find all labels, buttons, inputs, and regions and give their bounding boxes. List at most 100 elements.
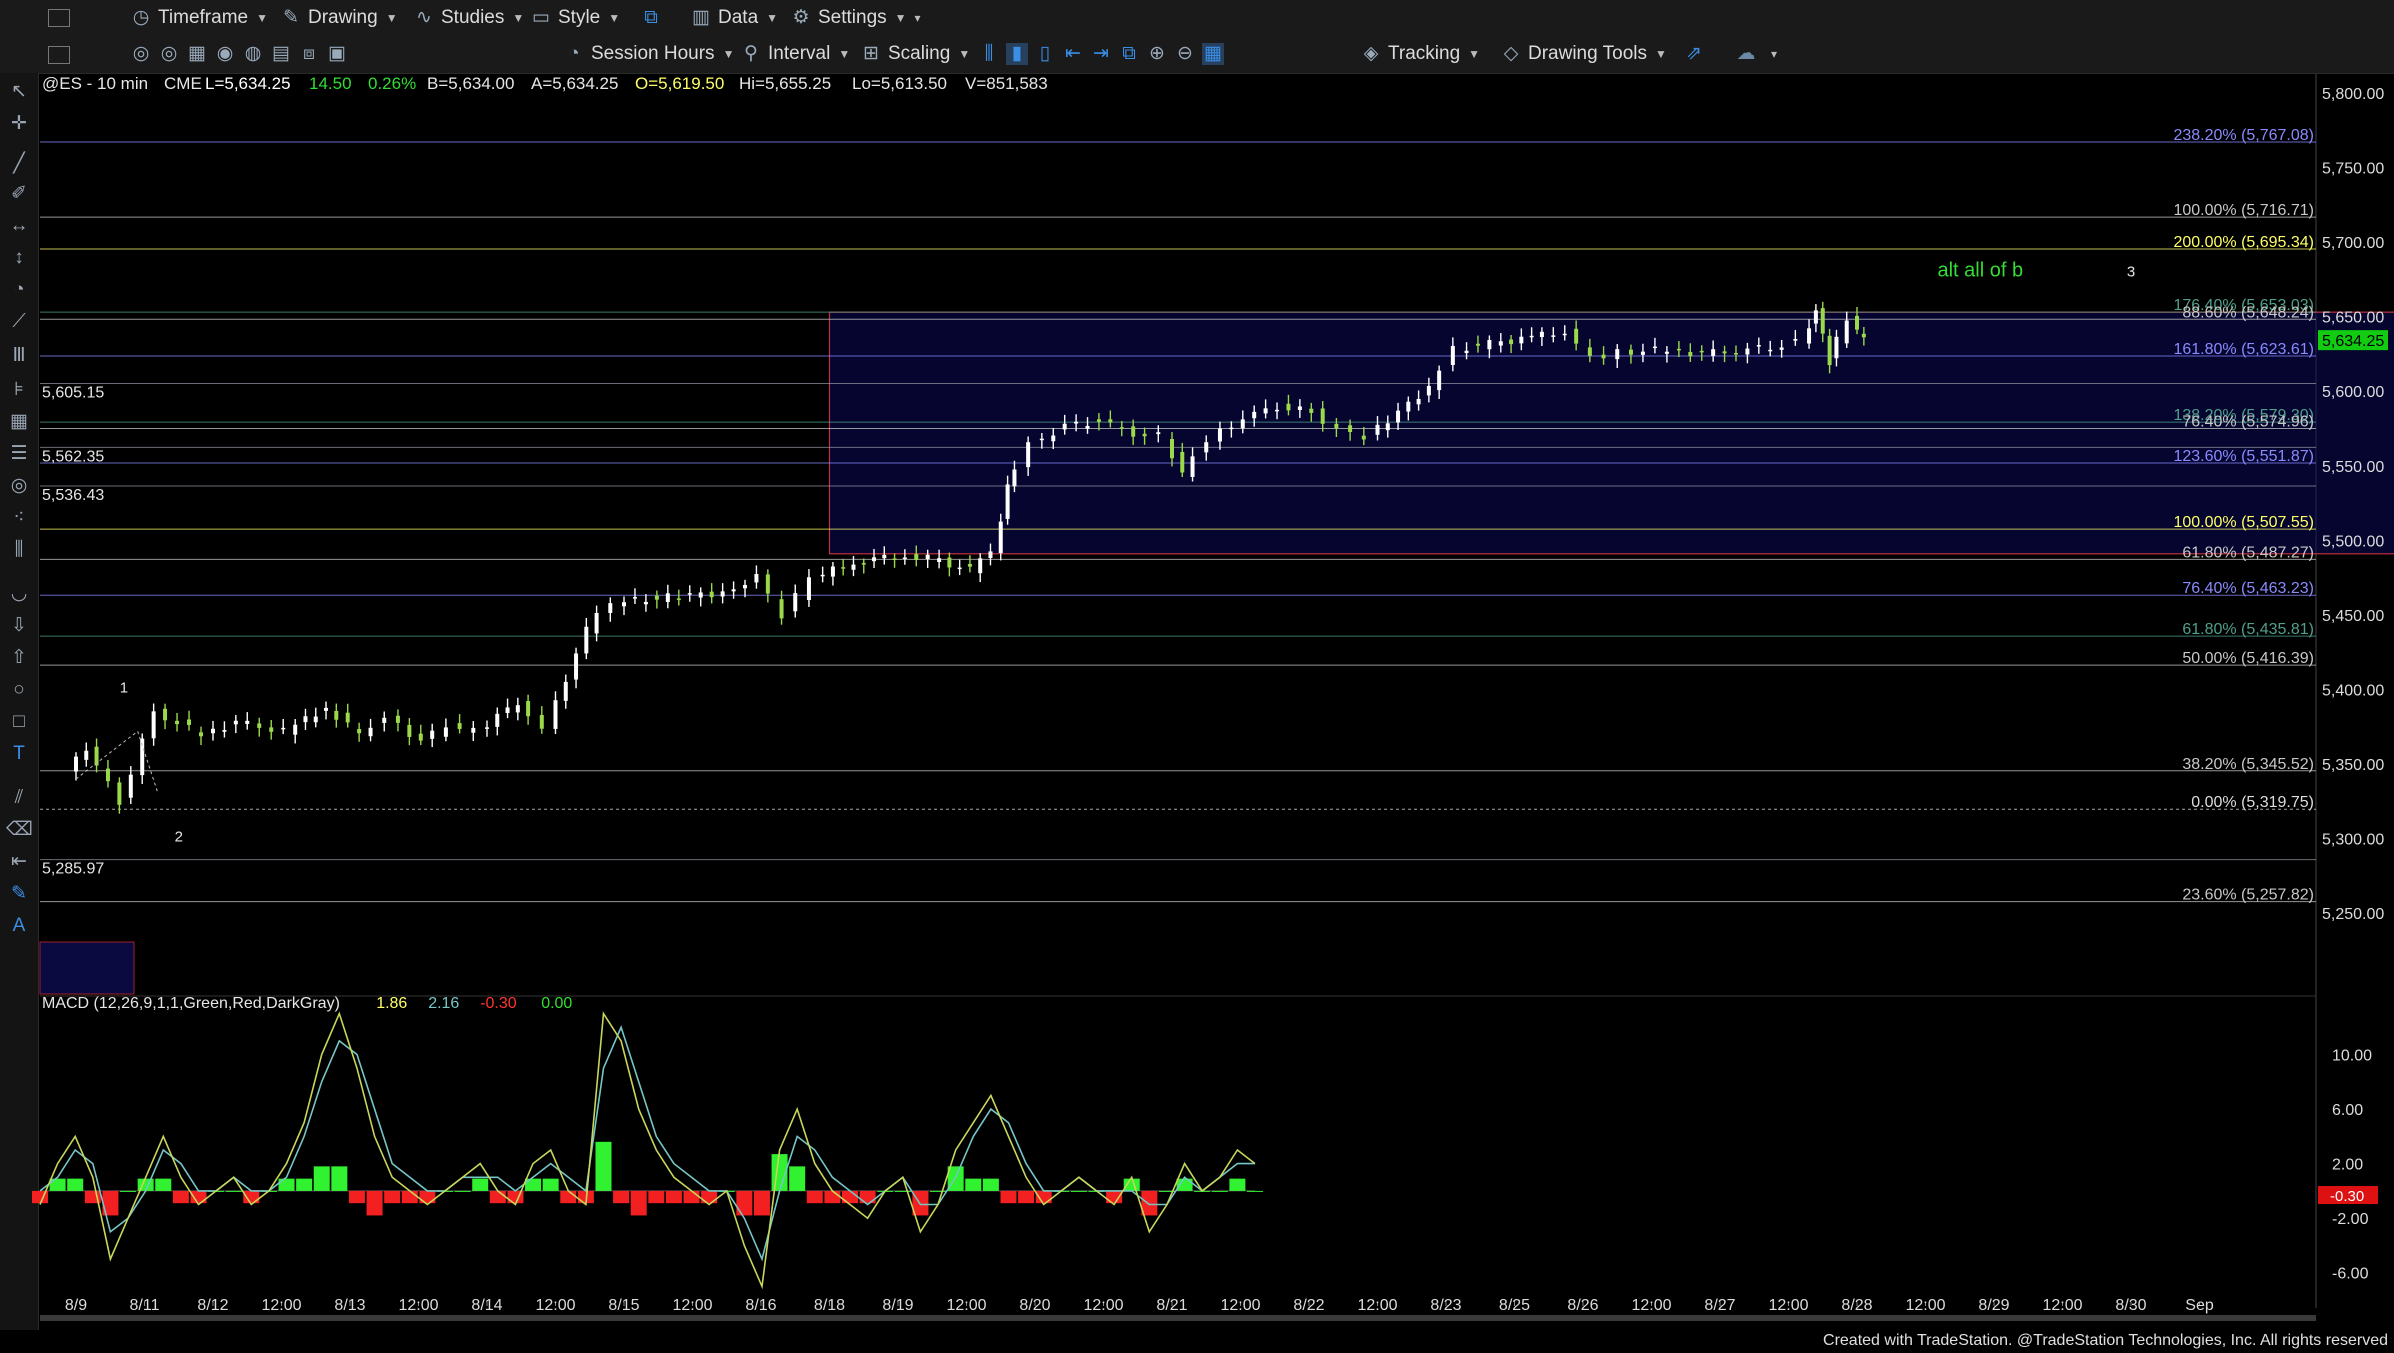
candle-body (1180, 451, 1185, 473)
candle-body (687, 593, 692, 595)
candle-body (443, 727, 448, 737)
candle-body (1131, 426, 1136, 437)
candle-body (1861, 333, 1866, 338)
x-tick-label: 8/21 (1156, 1297, 1187, 1314)
candle-body (418, 733, 423, 741)
fib-label: 61.80% (5,435.81) (2182, 621, 2314, 638)
macd-histogram-bar (842, 1190, 858, 1204)
header-field-6: A=5,634.25 (531, 74, 618, 93)
candle-body (1768, 349, 1773, 352)
candle-body (151, 711, 156, 739)
fib-label: 238.20% (5,767.08) (2173, 127, 2314, 144)
candle-body (293, 724, 298, 735)
macd-value: -0.30 (480, 995, 517, 1012)
candle-body (117, 782, 122, 805)
macd-histogram-bar (683, 1190, 700, 1204)
price-tick-label: 5,450.00 (2322, 608, 2384, 625)
fib-label: 100.00% (5,507.55) (2173, 514, 2314, 531)
candle-body (1464, 350, 1469, 354)
macd-histogram-bar (67, 1178, 84, 1191)
candle-body (222, 730, 227, 732)
price-tick-label: 5,350.00 (2322, 757, 2384, 774)
candle-body (937, 558, 942, 562)
candle-body (830, 566, 835, 577)
candle-body (1664, 351, 1669, 354)
x-tick-label: 12:00 (1083, 1297, 1123, 1314)
candle-body (622, 602, 626, 607)
candle-body (1676, 348, 1681, 351)
left-level-label: 5,536.43 (42, 487, 104, 504)
macd-histogram-bar (489, 1190, 506, 1204)
x-tick-label: 8/12 (197, 1297, 228, 1314)
macd-signal-line (39, 1025, 1255, 1262)
x-tick-label: 8/11 (130, 1297, 160, 1314)
macd-histogram-bar (630, 1190, 647, 1216)
candle-body (495, 713, 500, 727)
x-tick-label: 8/27 (1704, 1297, 1735, 1314)
candle-body (1813, 310, 1818, 324)
candle-body (1551, 335, 1556, 337)
candle-body (947, 557, 952, 568)
macd-histogram-bar (965, 1178, 982, 1191)
candle-body (872, 557, 877, 562)
candle-body (211, 728, 215, 734)
candle-body (368, 727, 373, 737)
candle-body (793, 593, 798, 612)
candle-body (1320, 408, 1325, 424)
candle-body (1074, 421, 1079, 424)
candle-body (1396, 410, 1401, 423)
macd-histogram-bar (454, 1190, 471, 1192)
macd-histogram-bar (560, 1190, 577, 1204)
header-field-5: B=5,634.00 (427, 74, 514, 93)
macd-histogram-bar (613, 1190, 630, 1204)
macd-histogram-bar (172, 1190, 189, 1204)
price-tick-label: 5,500.00 (2322, 533, 2384, 550)
macd-histogram-bar (49, 1178, 66, 1191)
candle-body (1005, 484, 1010, 519)
fib-label: 0.00% (5,319.75) (2191, 794, 2314, 811)
candle-body (1252, 411, 1257, 419)
x-tick-label: 12:00 (672, 1297, 712, 1314)
candle-body (471, 727, 476, 733)
macd-title: MACD (12,26,9,1,1,Green,Red,DarkGray) (42, 995, 340, 1012)
candle-body (967, 563, 972, 567)
candle-body (1309, 408, 1314, 413)
candle-body (281, 727, 286, 730)
candle-body (1437, 370, 1442, 391)
candle-body (1026, 442, 1031, 468)
x-tick-label: 8/20 (1019, 1297, 1050, 1314)
price-tick-label: 5,400.00 (2322, 683, 2384, 700)
x-tick-label: 8/30 (2115, 1297, 2146, 1314)
macd-histogram-bar (701, 1190, 718, 1204)
header-field-4: 0.26% (368, 74, 416, 93)
candle-body (1426, 385, 1431, 396)
candle-body (407, 724, 412, 737)
macd-histogram-bar (155, 1178, 172, 1191)
candle-body (1361, 435, 1366, 440)
price-tick-label: 5,600.00 (2322, 384, 2384, 401)
copyright-footer: Created with TradeStation. @TradeStation… (1823, 1332, 2388, 1349)
candle-body (1601, 354, 1606, 359)
candle-body (1190, 456, 1195, 477)
candle-body (1699, 350, 1704, 353)
macd-histogram-bar (824, 1190, 841, 1204)
candle-body (1108, 419, 1113, 423)
candle-body (1096, 419, 1101, 422)
macd-histogram-bar (648, 1190, 665, 1204)
candle-body (395, 715, 400, 723)
candle-body (382, 717, 387, 723)
candle-body (430, 730, 435, 739)
wave-label: 3 (2127, 263, 2135, 280)
candle-body (505, 707, 510, 714)
candle-body (1334, 423, 1339, 429)
candle-body (1416, 398, 1421, 405)
fib-label: 23.60% (5,257.82) (2182, 887, 2314, 904)
fib-label: 61.80% (5,487.27) (2182, 544, 2314, 561)
candle-body (743, 584, 748, 589)
candle-body (1793, 338, 1798, 341)
macd-histogram-bar (595, 1141, 612, 1191)
left-level-label: 5,285.97 (42, 861, 104, 878)
candle-body (720, 591, 725, 597)
candle-body (754, 574, 759, 583)
x-tick-label: 8/29 (1978, 1297, 2009, 1314)
